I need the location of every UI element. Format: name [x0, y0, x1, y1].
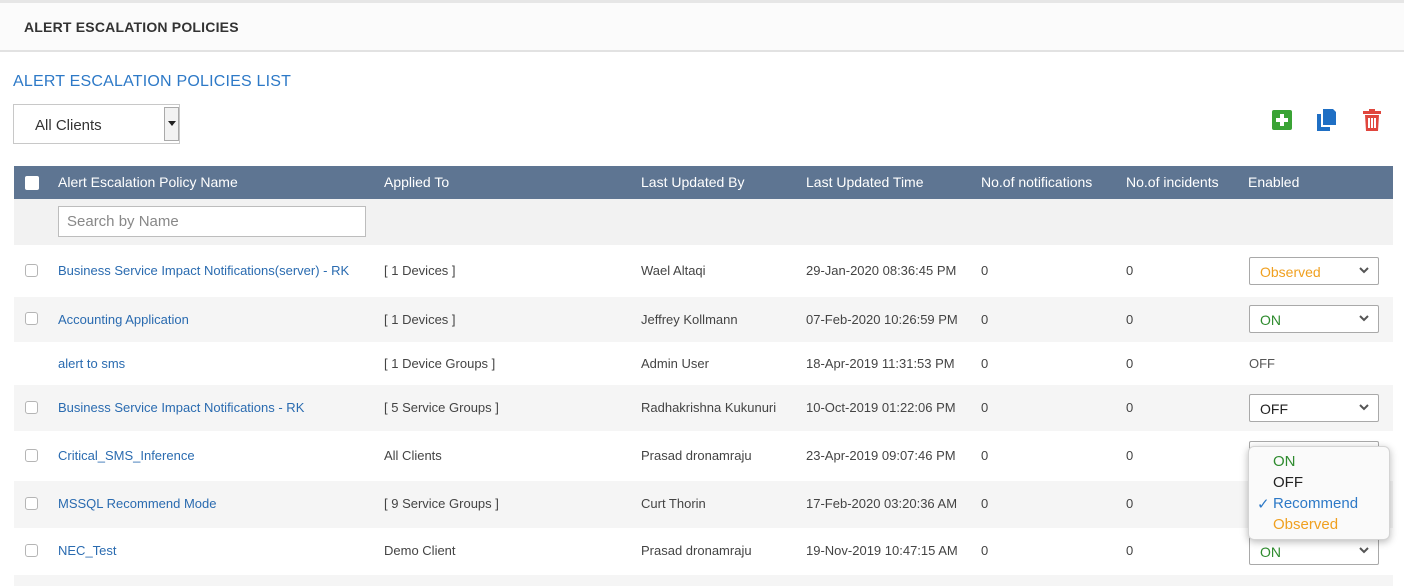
applied-to: [ 1 Devices ] [384, 263, 456, 278]
updated-time: 07-Feb-2020 10:26:59 PM [806, 312, 958, 327]
updated-by: Curt Thorin [641, 496, 706, 511]
table-row[interactable]: Accounting Application [ 1 Devices ] Jef… [14, 297, 1393, 342]
policy-name-link[interactable]: NEC_Test [58, 543, 117, 558]
notifications-count: 0 [981, 263, 989, 278]
column-header-name[interactable]: Alert Escalation Policy Name [58, 174, 238, 190]
notifications-count: 0 [981, 448, 989, 463]
policy-name-link[interactable]: Critical_SMS_Inference [58, 448, 195, 463]
row-checkbox[interactable] [25, 544, 38, 557]
policy-name-link[interactable]: MSSQL Recommend Mode [58, 496, 216, 511]
table-row[interactable]: Critical_SMS_Inference All Clients Prasa… [14, 431, 1393, 481]
enabled-select[interactable]: OFF [1249, 394, 1379, 422]
client-filter-select[interactable]: All Clients [13, 104, 180, 144]
notifications-count: 0 [981, 356, 989, 371]
table-header: Alert Escalation Policy Name Applied To … [14, 166, 1393, 199]
applied-to: All Clients [384, 448, 442, 463]
updated-by: Admin User [641, 356, 709, 371]
policy-name-link[interactable]: Accounting Application [58, 312, 189, 327]
updated-time: 10-Oct-2019 01:22:06 PM [806, 400, 956, 415]
updated-by: Prasad dronamraju [641, 448, 752, 463]
table-row[interactable]: Business Service Impact Notifications - … [14, 385, 1393, 431]
enabled-value: OFF [1260, 401, 1288, 417]
column-header-incidents[interactable]: No.of incidents [1126, 174, 1219, 190]
updated-time: 23-Apr-2019 09:07:46 PM [806, 448, 956, 463]
policy-name-link[interactable]: Business Service Impact Notifications(se… [58, 263, 349, 278]
list-title: ALERT ESCALATION POLICIES LIST [13, 73, 292, 90]
notifications-count: 0 [981, 312, 989, 327]
column-header-applied-to[interactable]: Applied To [384, 174, 449, 190]
row-checkbox[interactable] [25, 449, 38, 462]
copy-icon[interactable] [1315, 108, 1337, 132]
checkmark-icon: ✓ [1257, 496, 1270, 513]
enabled-value: ON [1260, 312, 1281, 328]
dropdown-arrow-icon[interactable] [164, 107, 179, 141]
table-row [14, 575, 1393, 586]
updated-by: Jeffrey Kollmann [641, 312, 738, 327]
chevron-down-icon [1359, 267, 1369, 274]
trash-icon[interactable] [1361, 108, 1383, 132]
enabled-value: ON [1260, 544, 1281, 560]
applied-to: [ 1 Device Groups ] [384, 356, 496, 371]
chevron-down-icon [1359, 315, 1369, 322]
updated-time: 29-Jan-2020 08:36:45 PM [806, 263, 957, 278]
incidents-count: 0 [1126, 448, 1134, 463]
dropdown-option-on[interactable]: ON [1273, 453, 1296, 470]
chevron-down-icon [1359, 404, 1369, 411]
column-header-updated-by[interactable]: Last Updated By [641, 174, 745, 190]
column-header-enabled[interactable]: Enabled [1248, 174, 1299, 190]
updated-time: 18-Apr-2019 11:31:53 PM [806, 356, 955, 371]
updated-time: 19-Nov-2019 10:47:15 AM [806, 543, 958, 558]
notifications-count: 0 [981, 400, 989, 415]
notifications-count: 0 [981, 543, 989, 558]
applied-to: [ 1 Devices ] [384, 312, 456, 327]
notifications-count: 0 [981, 496, 989, 511]
row-checkbox[interactable] [25, 497, 38, 510]
incidents-count: 0 [1126, 263, 1134, 278]
incidents-count: 0 [1126, 400, 1134, 415]
incidents-count: 0 [1126, 312, 1134, 327]
enabled-select[interactable]: ON [1249, 537, 1379, 565]
applied-to: [ 5 Service Groups ] [384, 400, 499, 415]
applied-to: Demo Client [384, 543, 456, 558]
table-row[interactable]: NEC_Test Demo Client Prasad dronamraju 1… [14, 528, 1393, 575]
table-row[interactable]: alert to sms [ 1 Device Groups ] Admin U… [14, 342, 1393, 385]
search-by-name-input[interactable] [58, 206, 366, 237]
policy-name-link[interactable]: alert to sms [58, 356, 125, 371]
incidents-count: 0 [1126, 496, 1134, 511]
client-filter-value: All Clients [35, 117, 102, 134]
incidents-count: 0 [1126, 543, 1134, 558]
updated-by: Wael Altaqi [641, 263, 706, 278]
enabled-select[interactable]: ON [1249, 305, 1379, 333]
table-row[interactable]: Business Service Impact Notifications(se… [14, 245, 1393, 297]
column-header-updated-time[interactable]: Last Updated Time [806, 174, 924, 190]
row-checkbox[interactable] [25, 401, 38, 414]
incidents-count: 0 [1126, 356, 1134, 371]
row-checkbox[interactable] [25, 312, 38, 325]
enabled-select[interactable]: Observed [1249, 257, 1379, 285]
updated-by: Prasad dronamraju [641, 543, 752, 558]
row-checkbox[interactable] [25, 264, 38, 277]
plus-square-icon[interactable] [1271, 108, 1293, 132]
updated-time: 17-Feb-2020 03:20:36 AM [806, 496, 958, 511]
enabled-value: OFF [1249, 356, 1275, 371]
chevron-down-icon [1359, 547, 1369, 554]
applied-to: [ 9 Service Groups ] [384, 496, 499, 511]
page-header: ALERT ESCALATION POLICIES [0, 0, 1404, 52]
enabled-dropdown-menu: ON OFF ✓ Recommend Observed [1248, 446, 1390, 540]
dropdown-option-observed[interactable]: Observed [1273, 516, 1338, 533]
dropdown-option-recommend[interactable]: Recommend [1273, 495, 1358, 512]
dropdown-option-off[interactable]: OFF [1273, 474, 1303, 491]
policy-name-link[interactable]: Business Service Impact Notifications - … [58, 400, 304, 415]
filter-row [14, 199, 1393, 245]
enabled-value: Observed [1260, 264, 1321, 280]
updated-by: Radhakrishna Kukunuri [641, 400, 777, 415]
page-title: ALERT ESCALATION POLICIES [24, 19, 239, 35]
select-all-checkbox[interactable] [25, 176, 39, 190]
table-row[interactable]: MSSQL Recommend Mode [ 9 Service Groups … [14, 481, 1393, 528]
column-header-notifications[interactable]: No.of notifications [981, 174, 1092, 190]
